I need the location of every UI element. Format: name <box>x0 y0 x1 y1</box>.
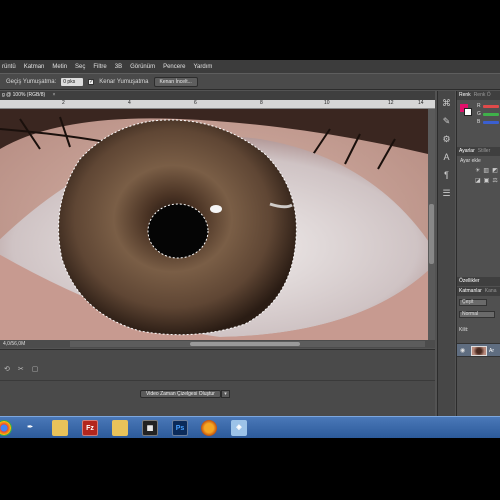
channel-r-slider[interactable] <box>483 105 499 108</box>
hue-icon[interactable]: ▣ <box>484 177 490 184</box>
undo-icon[interactable]: ⟲ <box>4 365 10 373</box>
ruler-tick: 8 <box>260 100 263 106</box>
create-video-timeline-button[interactable]: Video Zaman Çizelgesi Oluştur <box>140 390 221 398</box>
menu-3d[interactable]: 3B <box>115 64 122 70</box>
tab-layers[interactable]: Katmanlar <box>459 287 482 296</box>
right-panels: Renk Renk Ö R G B Ayarlar Stiller Ayar e… <box>456 91 500 424</box>
layers-panel-tabs: Katmanlar Kana <box>457 287 500 296</box>
scissors-icon[interactable]: ✂ <box>18 365 24 373</box>
tab-channels[interactable]: Kana <box>485 287 497 296</box>
tab-swatches[interactable]: Renk Ö <box>474 91 491 100</box>
menu-image[interactable]: rüntü <box>2 64 16 70</box>
curves-icon[interactable]: ◩ <box>492 167 498 174</box>
layer-row[interactable]: ◉ Ar <box>457 343 500 357</box>
ruler-tick: 10 <box>324 100 330 106</box>
video-frame: rüntü Katman Metin Seç Filtre 3B Görünüm… <box>0 0 500 500</box>
filezilla-icon[interactable]: Fz <box>82 420 98 436</box>
folder-icon[interactable] <box>52 420 68 436</box>
ruler-tick: 4 <box>128 100 131 106</box>
channel-b-label: B <box>477 119 481 125</box>
ruler-tick: 2 <box>62 100 65 106</box>
menu-select[interactable]: Seç <box>75 64 85 70</box>
menu-filter[interactable]: Filtre <box>93 64 106 70</box>
film-icon[interactable]: ▦ <box>142 420 158 436</box>
blend-mode-select[interactable]: Normal <box>459 311 495 318</box>
document-tab[interactable]: g @ 100% (RGB/8) × <box>0 91 435 100</box>
panel-icon-strip: ⌘ ✎ ⚙ A ¶ ☰ <box>437 91 455 424</box>
refine-edge-button[interactable]: Kenarı İncelt... <box>153 76 198 87</box>
menu-type[interactable]: Metin <box>52 64 67 70</box>
image-canvas[interactable] <box>0 109 428 340</box>
history-icon[interactable]: ⌘ <box>441 97 453 109</box>
ruler-tick: 6 <box>194 100 197 106</box>
brightness-icon[interactable]: ☀ <box>475 167 480 174</box>
horizontal-ruler: 2 4 6 8 10 12 14 <box>0 100 435 109</box>
document-title: g @ 100% (RGB/8) <box>2 92 46 98</box>
menu-layer[interactable]: Katman <box>24 64 45 70</box>
menu-window[interactable]: Pencere <box>163 64 185 70</box>
layer-name: Ar <box>489 348 494 354</box>
text-icon[interactable]: A <box>441 151 453 163</box>
horizontal-scrollbar[interactable] <box>70 341 425 347</box>
channel-g-label: G <box>477 111 481 117</box>
layer-thumbnail <box>471 346 487 356</box>
channel-g-slider[interactable] <box>483 113 499 116</box>
exposure-icon[interactable]: ◪ <box>475 177 481 184</box>
vertical-scrollbar[interactable] <box>428 109 435 340</box>
channel-b-slider[interactable] <box>483 121 499 124</box>
eye-photo <box>0 109 428 340</box>
timeline-panel: ⟲ ✂ ▢ Video Zaman Çizelgesi Oluştur ▾ <box>0 349 435 424</box>
adjust-panel-tabs: Ayarlar Stiller <box>457 147 500 156</box>
windows-taskbar: ✒ Fz ▦ Ps ◈ <box>0 416 500 438</box>
channel-r-label: R <box>477 103 481 109</box>
antialias-checkbox[interactable]: ✓ <box>88 78 95 85</box>
options-bar: Geçiş Yumuşatma: 0 pks ✓ Kenar Yumuşatma… <box>0 73 500 90</box>
scroll-thumb[interactable] <box>190 342 300 346</box>
levels-icon[interactable]: ▥ <box>483 167 489 174</box>
eye-highlight <box>210 205 222 213</box>
background-color-swatch[interactable] <box>464 108 472 116</box>
kind-filter[interactable]: Çeşit <box>459 299 487 306</box>
divider <box>0 380 435 381</box>
photoshop-icon[interactable]: Ps <box>172 420 188 436</box>
pen-icon[interactable]: ✒ <box>22 420 38 436</box>
scroll-thumb[interactable] <box>429 204 434 264</box>
menu-help[interactable]: Yardım <box>193 64 212 70</box>
tab-styles[interactable]: Stiller <box>478 147 491 156</box>
menu-view[interactable]: Görünüm <box>130 64 155 70</box>
paragraph-icon[interactable]: ¶ <box>441 169 453 181</box>
add-adjustment-label: Ayar ekle <box>460 158 481 164</box>
media-icon[interactable] <box>201 420 217 436</box>
layers-icon[interactable]: ☰ <box>441 187 453 199</box>
doc-size: 4,0/56,0M <box>3 341 26 347</box>
adjust-icon[interactable]: ⚙ <box>441 133 453 145</box>
lock-label: Kilit: <box>459 327 469 333</box>
tab-color[interactable]: Renk <box>459 91 471 100</box>
balance-icon[interactable]: ⚖ <box>492 177 497 184</box>
color-panel-tabs: Renk Renk Ö <box>457 91 500 100</box>
ruler-tick: 14 <box>418 100 424 106</box>
tab-properties[interactable]: Özellikler <box>459 277 480 286</box>
menu-bar: rüntü Katman Metin Seç Filtre 3B Görünüm… <box>0 60 500 73</box>
antialias-label: Kenar Yumuşatma <box>99 78 149 85</box>
folder-icon[interactable] <box>112 420 128 436</box>
brush-icon[interactable]: ✎ <box>441 115 453 127</box>
frame-icon[interactable]: ▢ <box>32 365 39 373</box>
chrome-icon[interactable] <box>0 420 12 436</box>
photoshop-window: rüntü Katman Metin Seç Filtre 3B Görünüm… <box>0 60 500 438</box>
feather-label: Geçiş Yumuşatma: <box>6 78 57 85</box>
adjustment-icons: ☀ ▥ ◩ ◪ ▣ ⚖ <box>475 167 500 184</box>
chevron-down-icon[interactable]: ▾ <box>221 390 230 398</box>
feather-input[interactable]: 0 pks <box>61 77 84 86</box>
eye-icon[interactable]: ◉ <box>460 347 465 354</box>
close-icon[interactable]: × <box>53 92 56 98</box>
properties-tab: Özellikler <box>457 277 500 286</box>
tab-adjustments[interactable]: Ayarlar <box>459 147 475 156</box>
ruler-tick: 12 <box>388 100 394 106</box>
settings-icon[interactable]: ◈ <box>231 420 247 436</box>
